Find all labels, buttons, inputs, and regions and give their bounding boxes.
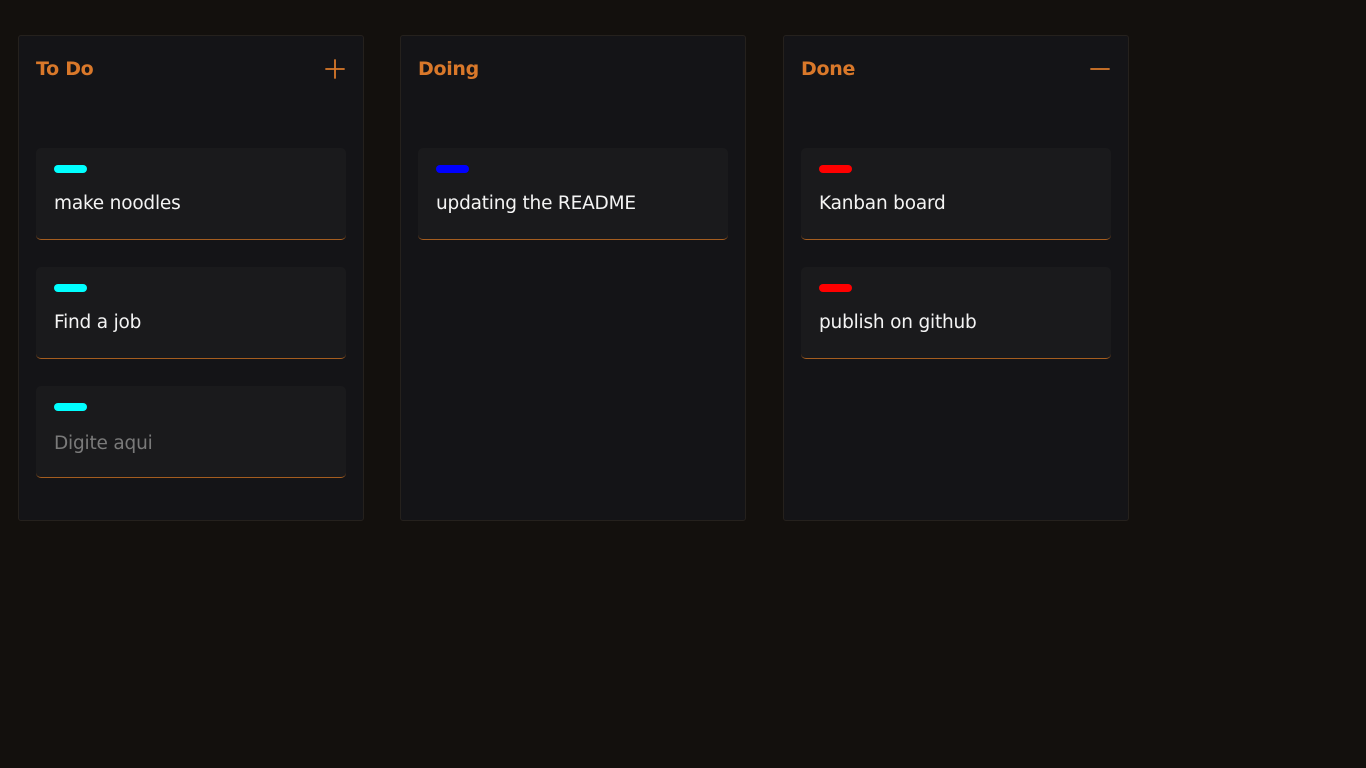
remove-button[interactable] — [1089, 56, 1111, 82]
color-tag — [819, 284, 852, 292]
task-text: Find a job — [54, 312, 142, 333]
column-title: Done — [801, 58, 856, 80]
new-task-card[interactable] — [36, 386, 346, 478]
column-header: Done — [801, 56, 1111, 84]
minus-icon — [1090, 68, 1110, 70]
add-card-button[interactable] — [324, 56, 346, 82]
task-text: updating the README — [436, 193, 636, 214]
color-tag — [436, 165, 469, 173]
new-task-input[interactable] — [54, 428, 324, 458]
color-tag — [54, 165, 87, 173]
task-card[interactable]: publish on github — [801, 267, 1111, 359]
column-title: To Do — [36, 58, 94, 80]
task-card[interactable]: Find a job — [36, 267, 346, 359]
task-text: make noodles — [54, 193, 181, 214]
column-todo: To Do make noodles Find a job — [18, 35, 364, 521]
kanban-board: To Do make noodles Find a job Doing — [0, 0, 1366, 768]
task-card[interactable]: make noodles — [36, 148, 346, 240]
plus-icon — [325, 59, 345, 79]
task-card[interactable]: updating the README — [418, 148, 728, 240]
task-text: publish on github — [819, 312, 977, 333]
column-title: Doing — [418, 58, 479, 80]
column-done: Done Kanban board publish on github — [783, 35, 1129, 521]
color-tag — [54, 403, 87, 411]
column-header: To Do — [36, 56, 346, 84]
task-card[interactable]: Kanban board — [801, 148, 1111, 240]
task-text: Kanban board — [819, 193, 946, 214]
color-tag — [819, 165, 852, 173]
column-header: Doing — [418, 56, 728, 84]
color-tag — [54, 284, 87, 292]
column-doing: Doing updating the README — [400, 35, 746, 521]
